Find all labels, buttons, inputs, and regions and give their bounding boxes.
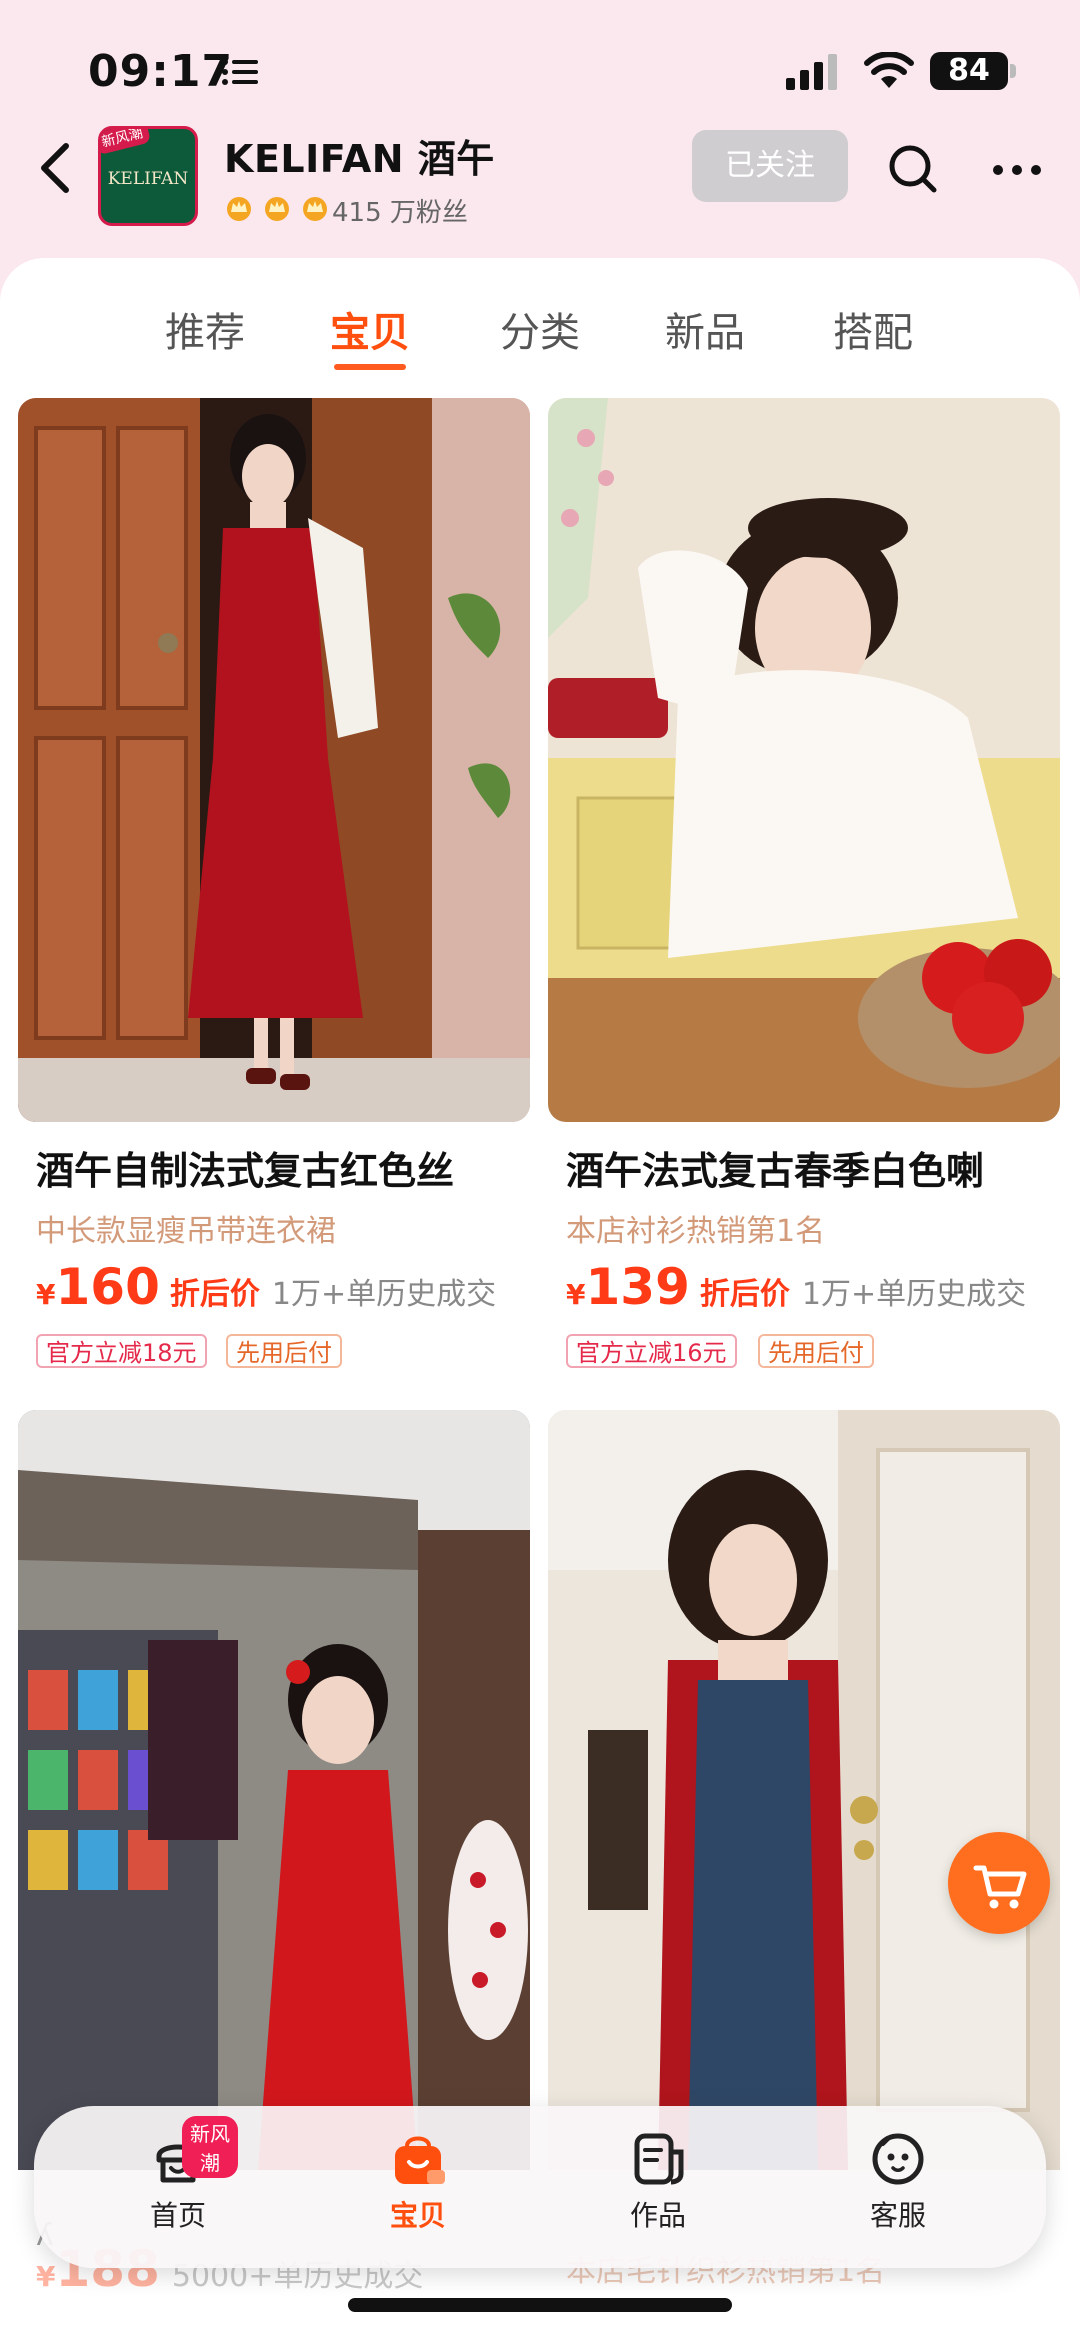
nav-home[interactable]: 新风潮 首页 — [118, 2116, 238, 2234]
pay-later-tag: 先用后付 — [226, 1334, 342, 1368]
sales-count: 1万+单历史成交 — [801, 1277, 1027, 1312]
signal-icon — [786, 54, 837, 90]
fans-count: 415 万粉丝 — [332, 198, 468, 228]
list-icon — [222, 59, 258, 85]
tab-outfit[interactable]: 搭配 — [818, 300, 928, 358]
shop-level-crowns — [224, 192, 333, 226]
product-price: 139 — [585, 1258, 690, 1316]
product-title[interactable]: 酒午法式复古春季白色喇 — [566, 1140, 984, 1195]
product-title[interactable]: 酒午自制法式复古红色丝 — [36, 1140, 454, 1195]
back-arrow-icon[interactable] — [36, 140, 76, 196]
promo-tag: 官方立减16元 — [566, 1334, 737, 1368]
tab-bar: 推荐 宝贝 分类 新品 搭配 — [0, 300, 1080, 380]
follow-button[interactable]: 已关注 — [692, 130, 848, 202]
product-photo-white-blouse — [548, 398, 1060, 1122]
tab-category[interactable]: 分类 — [485, 300, 595, 358]
tab-products[interactable]: 宝贝 — [315, 300, 425, 358]
product-image[interactable] — [18, 398, 530, 1122]
home-indicator[interactable] — [348, 2298, 732, 2312]
crown-icon — [227, 197, 251, 221]
wifi-icon — [864, 52, 914, 88]
product-price-row: ¥139 折后价 1万+单历史成交 — [566, 1258, 1027, 1316]
nav-label: 首页 — [149, 2199, 206, 2232]
currency-symbol: ¥ — [36, 1278, 56, 1311]
crown-icon — [303, 197, 328, 221]
search-icon[interactable] — [886, 142, 940, 196]
product-price: 160 — [55, 1258, 160, 1316]
status-time: 09:17 — [88, 46, 234, 97]
product-image[interactable] — [548, 398, 1060, 1122]
cart-icon — [973, 1865, 1027, 1909]
logo-badge: 新风潮 — [101, 129, 152, 156]
nav-label: 宝贝 — [389, 2199, 446, 2232]
currency-symbol: ¥ — [36, 2260, 56, 2293]
nav-label: 作品 — [629, 2199, 686, 2232]
discount-label: 折后价 — [169, 1277, 260, 1312]
crown-icon — [265, 197, 290, 221]
service-icon — [872, 2133, 924, 2185]
pay-later-tag: 先用后付 — [758, 1334, 874, 1368]
nav-products[interactable]: 宝贝 — [358, 2130, 478, 2234]
product-subtitle: 中长款显瘦吊带连衣裙 — [36, 1214, 336, 1249]
logo-text: KELIFAN — [107, 169, 189, 189]
product-subtitle: 本店衬衫热销第1名 — [566, 1214, 826, 1249]
product-photo-denim-dress — [548, 1410, 1060, 2170]
bottom-nav: 新风潮 首页 宝贝 作品 客服 — [34, 2106, 1046, 2268]
product-photo-red-slip-dress — [18, 1410, 530, 2170]
battery-indicator: 84 — [930, 52, 1008, 90]
battery-tip — [1010, 64, 1016, 78]
works-icon — [634, 2133, 684, 2185]
product-photo-red-dress — [18, 398, 530, 1122]
shop-logo[interactable]: 新风潮 KELIFAN — [98, 126, 198, 226]
status-bar: 09:17 84 — [0, 40, 1080, 100]
currency-symbol: ¥ — [566, 1278, 586, 1311]
discount-label: 折后价 — [699, 1277, 790, 1312]
bag-icon — [395, 2136, 445, 2184]
new-badge: 新风潮 — [182, 2116, 238, 2178]
product-image[interactable] — [18, 1410, 530, 2170]
tab-new[interactable]: 新品 — [650, 300, 760, 358]
tab-recommend[interactable]: 推荐 — [150, 300, 260, 358]
nav-works[interactable]: 作品 — [598, 2130, 718, 2234]
product-price-row: ¥160 折后价 1万+单历史成交 — [36, 1258, 497, 1316]
nav-label: 客服 — [869, 2199, 926, 2232]
shop-name[interactable]: KELIFAN 酒午 — [224, 128, 495, 183]
product-image[interactable] — [548, 1410, 1060, 2170]
cart-button[interactable] — [948, 1832, 1050, 1934]
nav-service[interactable]: 客服 — [838, 2130, 958, 2234]
active-tab-indicator — [334, 364, 406, 370]
promo-tag: 官方立减18元 — [36, 1334, 207, 1368]
more-icon[interactable] — [990, 158, 1044, 182]
sales-count: 1万+单历史成交 — [271, 1277, 497, 1312]
